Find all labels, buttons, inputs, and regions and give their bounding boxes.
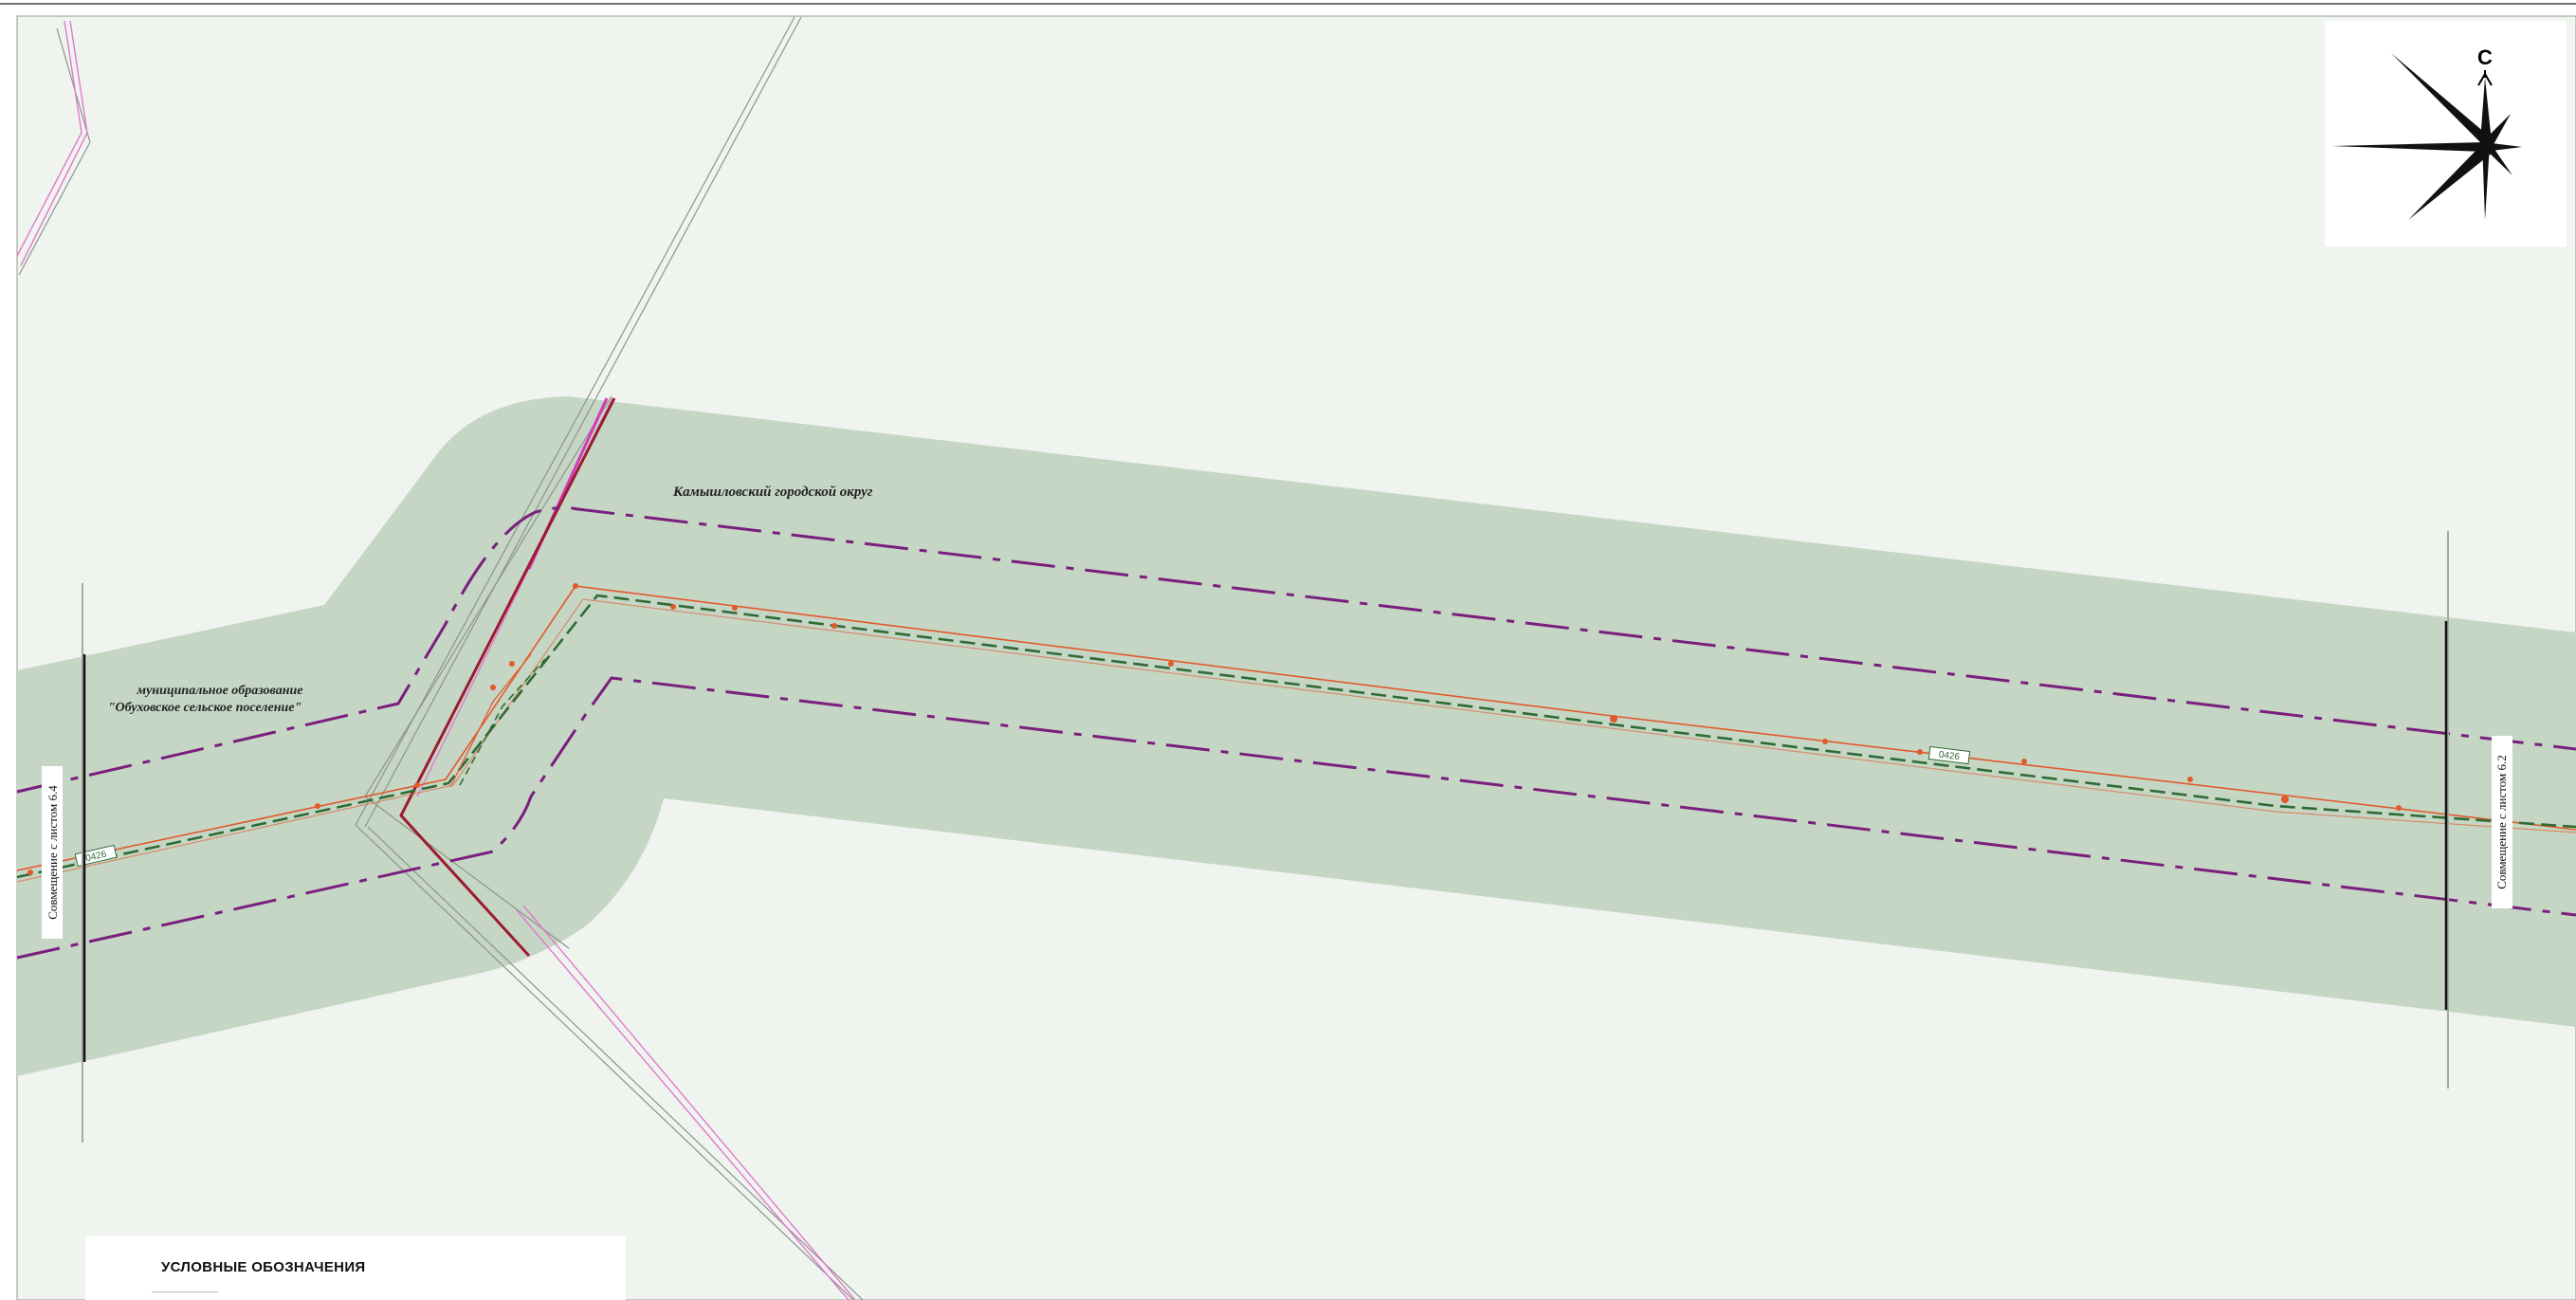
sheet-link-left[interactable]: Совмещение с листом 6.4: [42, 766, 63, 939]
legend-swatch-row: [152, 1291, 218, 1296]
district-label: Камышловский городской округ: [672, 485, 873, 500]
svg-text:Совмещение с листом 6.2: Совмещение с листом 6.2: [2494, 755, 2509, 889]
map-frame: 0426 0426 Совмещение с листом 6.4 Совмещ…: [0, 0, 2576, 1300]
sheet-division-left: [82, 583, 86, 1143]
sheet-link-right[interactable]: Совмещение с листом 6.2: [2492, 736, 2512, 908]
municipality-label-line1: муниципальное образование: [137, 684, 303, 698]
north-arrow: С: [2325, 21, 2567, 247]
legend-title: УСЛОВНЫЕ ОБОЗНАЧЕНИЯ: [161, 1259, 366, 1275]
map-canvas[interactable]: 0426 0426 Совмещение с листом 6.4 Совмещ…: [0, 0, 2576, 1300]
north-letter: С: [2477, 46, 2493, 69]
svg-text:Совмещение с листом 6.4: Совмещение с листом 6.4: [46, 785, 60, 920]
legend-panel: УСЛОВНЫЕ ОБОЗНАЧЕНИЯ: [85, 1236, 626, 1300]
municipality-label-line2: "Обуховское сельское поселение": [108, 701, 302, 715]
